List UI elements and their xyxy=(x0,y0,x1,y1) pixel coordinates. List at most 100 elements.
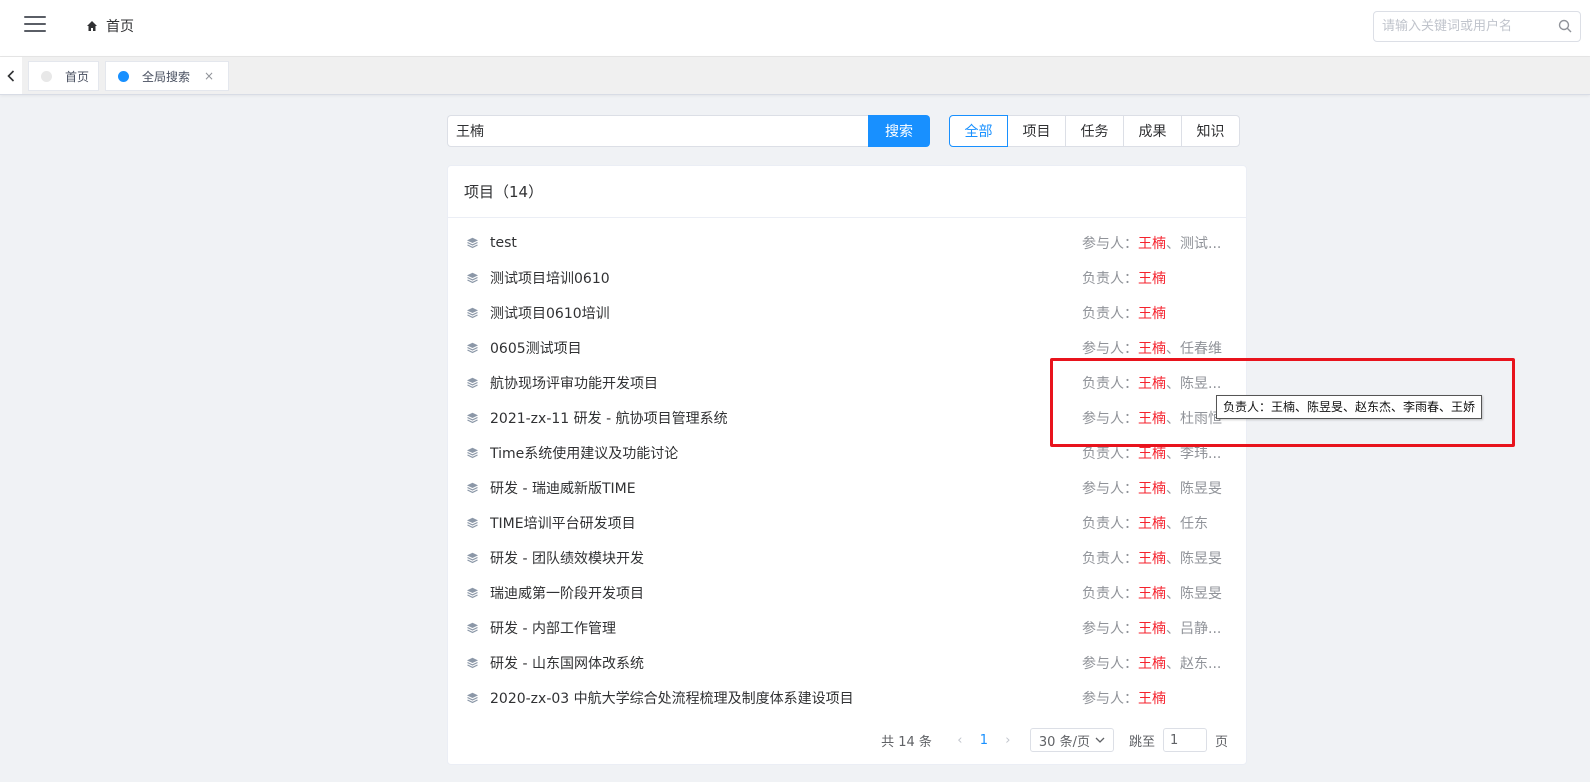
people-rest: 、测试... xyxy=(1166,235,1222,252)
result-people: 负责人：王楠、陈昱旻 xyxy=(1082,548,1226,568)
filter-project[interactable]: 项目 xyxy=(1007,115,1066,147)
people-role: 参与人： xyxy=(1082,690,1138,707)
people-rest: 、吕静... xyxy=(1166,620,1222,637)
filter-result[interactable]: 成果 xyxy=(1123,115,1182,147)
pagination-next-icon[interactable]: › xyxy=(998,733,1018,748)
result-row[interactable]: 航协现场评审功能开发项目 负责人：王楠、陈昱... xyxy=(448,365,1246,400)
result-title[interactable]: 2020-zx-03 中航大学综合处流程梳理及制度体系建设项目 xyxy=(490,688,1082,708)
layers-icon xyxy=(466,307,480,319)
people-highlight: 王楠 xyxy=(1138,620,1166,637)
result-title[interactable]: 航协现场评审功能开发项目 xyxy=(490,373,1082,393)
tab-global-search[interactable]: 全局搜索 × xyxy=(105,61,229,91)
people-highlight: 王楠 xyxy=(1138,480,1166,497)
result-title[interactable]: test xyxy=(490,235,1082,251)
tab-status-dot xyxy=(118,70,129,82)
page-size-select[interactable]: 30 条/页 xyxy=(1029,728,1114,752)
people-role: 参与人： xyxy=(1082,620,1138,637)
layers-icon xyxy=(466,377,480,389)
people-highlight: 王楠 xyxy=(1138,270,1166,287)
tab-home-label: 首页 xyxy=(65,69,90,84)
result-row[interactable]: 2020-zx-03 中航大学综合处流程梳理及制度体系建设项目 参与人：王楠 xyxy=(448,680,1246,715)
result-people: 参与人：王楠 xyxy=(1082,688,1226,708)
breadcrumb-home-label: 首页 xyxy=(106,19,134,35)
people-role: 负责人： xyxy=(1082,445,1138,462)
result-people: 参与人：王楠、测试... xyxy=(1082,233,1226,253)
close-icon[interactable]: × xyxy=(204,69,214,83)
people-highlight: 王楠 xyxy=(1138,375,1166,392)
result-people: 参与人：王楠、杜雨恒 xyxy=(1082,408,1226,428)
result-row[interactable]: 研发 - 瑞迪威新版TIME 参与人：王楠、陈昱旻 xyxy=(448,470,1246,505)
people-highlight: 王楠 xyxy=(1138,340,1166,357)
chevron-left-icon xyxy=(7,69,15,82)
filter-task[interactable]: 任务 xyxy=(1065,115,1124,147)
result-people: 负责人：王楠、陈昱... xyxy=(1082,373,1226,393)
keyword-input[interactable] xyxy=(447,115,869,147)
result-row[interactable]: Time系统使用建议及功能讨论 负责人：王楠、李玮... xyxy=(448,435,1246,470)
layers-icon xyxy=(466,482,480,494)
result-row[interactable]: 研发 - 内部工作管理 参与人：王楠、吕静... xyxy=(448,610,1246,645)
result-row[interactable]: 测试项目0610培训 负责人：王楠 xyxy=(448,295,1246,330)
hamburger-menu-icon[interactable] xyxy=(24,16,46,34)
tab-global-search-label: 全局搜索 xyxy=(142,69,191,84)
pagination-prev-icon[interactable]: ‹ xyxy=(950,733,970,748)
result-row[interactable]: 2021-zx-11 研发 - 航协项目管理系统 参与人：王楠、杜雨恒 xyxy=(448,400,1246,435)
search-button[interactable]: 搜索 xyxy=(868,115,930,147)
result-title[interactable]: TIME培训平台研发项目 xyxy=(490,513,1082,533)
layers-icon xyxy=(466,412,480,424)
layers-icon xyxy=(466,447,480,459)
tab-home[interactable]: 首页 xyxy=(28,61,99,91)
result-title[interactable]: 测试项目0610培训 xyxy=(490,303,1082,323)
result-people: 负责人：王楠 xyxy=(1082,268,1226,288)
project-results-card: 项目（14） test 参与人：王楠、测试... 测试项目培训0610 负责人：王楠测… xyxy=(447,165,1247,765)
results-header: 项目（14） xyxy=(448,166,1246,218)
people-highlight: 王楠 xyxy=(1138,410,1166,427)
result-title[interactable]: 研发 - 内部工作管理 xyxy=(490,618,1082,638)
result-row[interactable]: 研发 - 团队绩效模块开发 负责人：王楠、陈昱旻 xyxy=(448,540,1246,575)
result-row[interactable]: test 参与人：王楠、测试... xyxy=(448,225,1246,260)
result-row[interactable]: TIME培训平台研发项目 负责人：王楠、任东 xyxy=(448,505,1246,540)
breadcrumb[interactable]: 首页 xyxy=(86,16,134,36)
people-highlight: 王楠 xyxy=(1138,690,1166,707)
page-size-label: 30 条/页 xyxy=(1038,734,1090,750)
result-row[interactable]: 瑞迪威第一阶段开发项目 负责人：王楠、陈昱旻 xyxy=(448,575,1246,610)
result-title[interactable]: 2021-zx-11 研发 - 航协项目管理系统 xyxy=(490,408,1082,428)
people-role: 参与人： xyxy=(1082,480,1138,497)
result-title[interactable]: 瑞迪威第一阶段开发项目 xyxy=(490,583,1082,603)
people-rest: 、杜雨恒 xyxy=(1166,410,1222,427)
result-title[interactable]: 研发 - 团队绩效模块开发 xyxy=(490,548,1082,568)
people-rest: 、陈昱旻 xyxy=(1166,550,1222,567)
result-title[interactable]: 测试项目培训0610 xyxy=(490,268,1082,288)
people-role: 参与人： xyxy=(1082,410,1138,427)
people-role: 参与人： xyxy=(1082,655,1138,672)
filter-all[interactable]: 全部 xyxy=(949,115,1008,147)
global-search-box[interactable] xyxy=(1373,11,1581,42)
people-role: 参与人： xyxy=(1082,340,1138,357)
people-rest: 、陈昱... xyxy=(1166,375,1222,392)
layers-icon xyxy=(466,552,480,564)
global-search-input[interactable] xyxy=(1374,12,1544,41)
tabs-scroll-left-button[interactable] xyxy=(0,57,22,94)
layers-icon xyxy=(466,657,480,669)
result-row[interactable]: 0605测试项目 参与人：王楠、任春维 xyxy=(448,330,1246,365)
result-people: 参与人：王楠、任春维 xyxy=(1082,338,1226,358)
result-title[interactable]: Time系统使用建议及功能讨论 xyxy=(490,443,1082,463)
layers-icon xyxy=(466,692,480,704)
result-people: 参与人：王楠、赵东... xyxy=(1082,653,1226,673)
people-role: 负责人： xyxy=(1082,305,1138,322)
filter-knowledge[interactable]: 知识 xyxy=(1181,115,1240,147)
result-title[interactable]: 研发 - 山东国网体改系统 xyxy=(490,653,1082,673)
result-row[interactable]: 研发 - 山东国网体改系统 参与人：王楠、赵东... xyxy=(448,645,1246,680)
result-people: 负责人：王楠、陈昱旻 xyxy=(1082,583,1226,603)
results-list: test 参与人：王楠、测试... 测试项目培训0610 负责人：王楠 测试项目0610… xyxy=(448,218,1246,715)
search-icon[interactable] xyxy=(1558,19,1572,33)
pagination: 共 14 条 ‹ 1 › 30 条/页 跳至 页 xyxy=(881,728,1228,752)
result-title[interactable]: 0605测试项目 xyxy=(490,338,1082,358)
result-title[interactable]: 研发 - 瑞迪威新版TIME xyxy=(490,478,1082,498)
people-highlight: 王楠 xyxy=(1138,235,1166,252)
people-role: 负责人： xyxy=(1082,550,1138,567)
result-row[interactable]: 测试项目培训0610 负责人：王楠 xyxy=(448,260,1246,295)
pagination-page-1[interactable]: 1 xyxy=(970,733,998,748)
people-highlight: 王楠 xyxy=(1138,550,1166,567)
jump-page-input[interactable] xyxy=(1162,728,1207,752)
tab-status-dot xyxy=(41,70,52,82)
